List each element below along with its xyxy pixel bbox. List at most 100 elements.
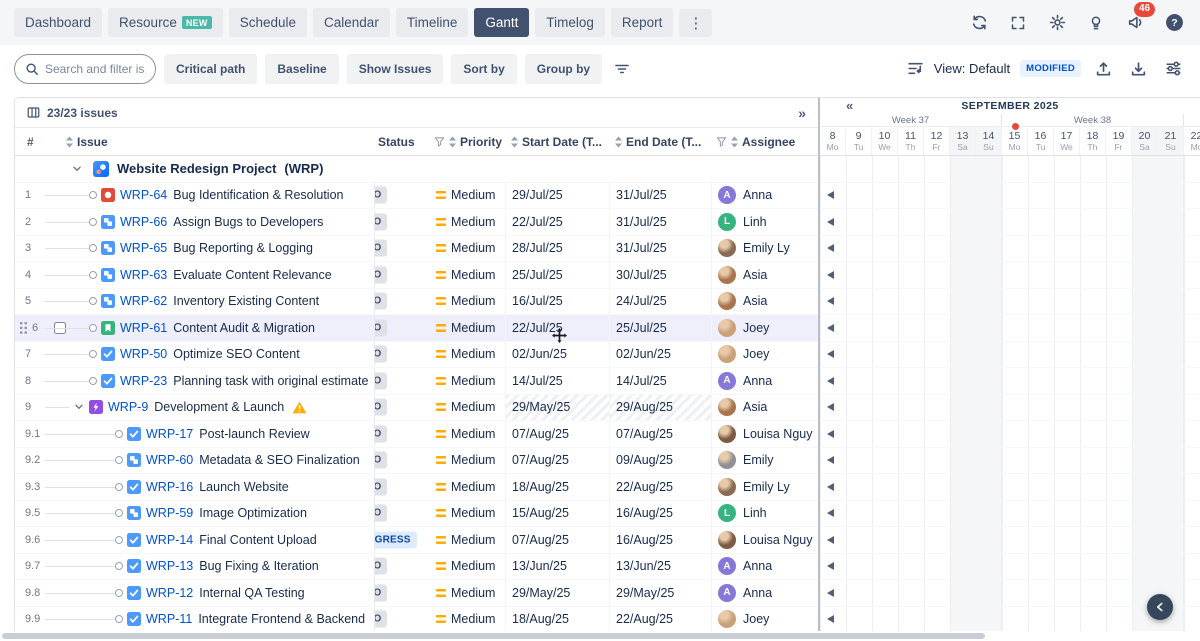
nav-tab-timeline[interactable]: Timeline: [396, 8, 469, 37]
issue-key-link[interactable]: WRP-66: [120, 215, 167, 229]
issue-row[interactable]: 7 WRP-50 Optimize SEO Content TO DO Medi…: [15, 342, 818, 369]
chevron-down-icon[interactable]: [73, 401, 85, 413]
help-icon[interactable]: ?: [1162, 11, 1186, 35]
assignee-cell[interactable]: AAnna: [712, 584, 818, 602]
issue-row[interactable]: 9.8 WRP-12 Internal QA Testing TO DO Med…: [15, 580, 818, 607]
critical-path-button[interactable]: Critical path: [164, 54, 257, 84]
task-offscreen-left-arrow[interactable]: [827, 297, 834, 305]
scroll-left-fab[interactable]: [1147, 594, 1173, 620]
task-offscreen-left-arrow[interactable]: [827, 589, 834, 597]
issue-key-link[interactable]: WRP-14: [146, 533, 193, 547]
assignee-cell[interactable]: Asia: [712, 398, 818, 416]
assignee-cell[interactable]: Emily Ly: [712, 478, 818, 496]
task-offscreen-left-arrow[interactable]: [827, 218, 834, 226]
end-date-cell[interactable]: 09/Aug/25: [610, 448, 712, 474]
nav-more-icon[interactable]: ⋮: [679, 9, 712, 37]
issue-row[interactable]: 3 WRP-65 Bug Reporting & Logging TO DO M…: [15, 236, 818, 263]
start-date-cell[interactable]: 07/Aug/25: [506, 421, 610, 447]
sync-icon[interactable]: [967, 11, 991, 35]
assignee-cell[interactable]: AAnna: [712, 186, 818, 204]
task-offscreen-left-arrow[interactable]: [827, 483, 834, 491]
nav-tab-schedule[interactable]: Schedule: [229, 8, 307, 37]
assignee-cell[interactable]: Joey: [712, 610, 818, 628]
end-date-cell[interactable]: 25/Jul/25: [610, 315, 712, 341]
column-header-assignee[interactable]: Assignee: [712, 128, 818, 155]
issue-key-link[interactable]: WRP-61: [120, 321, 167, 335]
nav-tab-resource[interactable]: Resource NEW: [108, 8, 223, 37]
task-offscreen-left-arrow[interactable]: [827, 536, 834, 544]
issue-key-link[interactable]: WRP-16: [146, 480, 193, 494]
show-issues-button[interactable]: Show Issues: [347, 54, 444, 84]
nav-tab-gantt[interactable]: Gantt: [474, 8, 529, 37]
end-date-cell[interactable]: 22/Aug/25: [610, 474, 712, 500]
start-date-cell[interactable]: 14/Jul/25: [506, 368, 610, 394]
issue-key-link[interactable]: WRP-12: [146, 586, 193, 600]
task-offscreen-left-arrow[interactable]: [827, 403, 834, 411]
issue-row[interactable]: 5 WRP-62 Inventory Existing Content TO D…: [15, 289, 818, 316]
issue-key-link[interactable]: WRP-62: [120, 294, 167, 308]
task-offscreen-left-arrow[interactable]: [827, 350, 834, 358]
search-input[interactable]: [45, 62, 145, 76]
assignee-cell[interactable]: AAnna: [712, 372, 818, 390]
task-offscreen-left-arrow[interactable]: [827, 377, 834, 385]
end-date-cell[interactable]: 30/Jul/25: [610, 262, 712, 288]
end-date-cell[interactable]: 29/Aug/25: [610, 395, 712, 421]
end-date-cell[interactable]: 13/Jun/25: [610, 554, 712, 580]
nav-tab-calendar[interactable]: Calendar: [313, 8, 390, 37]
issue-row[interactable]: 9.1 WRP-17 Post-launch Review TO DO Medi…: [15, 421, 818, 448]
start-date-cell[interactable]: 18/Aug/25: [506, 607, 610, 633]
start-date-cell[interactable]: 22/Jul/25: [506, 315, 610, 341]
start-date-cell[interactable]: 29/May/25: [506, 395, 610, 421]
end-date-cell[interactable]: 14/Jul/25: [610, 368, 712, 394]
task-offscreen-left-arrow[interactable]: [827, 244, 834, 252]
chevron-down-icon[interactable]: [71, 163, 83, 175]
assignee-cell[interactable]: Emily: [712, 451, 818, 469]
end-date-cell[interactable]: 31/Jul/25: [610, 209, 712, 235]
group-by-button[interactable]: Group by: [525, 54, 602, 84]
start-date-cell[interactable]: 07/Aug/25: [506, 448, 610, 474]
assignee-cell[interactable]: Asia: [712, 292, 818, 310]
assignee-cell[interactable]: Joey: [712, 319, 818, 337]
horizontal-scrollbar[interactable]: [0, 631, 1200, 641]
upload-icon[interactable]: [1091, 56, 1116, 81]
start-date-cell[interactable]: 07/Aug/25: [506, 527, 610, 553]
announcement-icon[interactable]: 46: [1123, 11, 1147, 35]
issue-key-link[interactable]: WRP-50: [120, 347, 167, 361]
column-header-start-date[interactable]: Start Date (T...: [506, 128, 610, 155]
assignee-cell[interactable]: Joey: [712, 345, 818, 363]
expand-panel-icon[interactable]: »: [798, 105, 806, 121]
issue-key-link[interactable]: WRP-9: [108, 400, 148, 414]
drag-handle-icon[interactable]: [19, 321, 28, 335]
start-date-cell[interactable]: 29/Jul/25: [506, 183, 610, 209]
assignee-cell[interactable]: LLinh: [712, 504, 818, 522]
end-date-cell[interactable]: 29/May/25: [610, 580, 712, 606]
issue-key-link[interactable]: WRP-63: [120, 268, 167, 282]
issue-row[interactable]: 9.7 WRP-13 Bug Fixing & Iteration TO DO …: [15, 554, 818, 581]
column-header-end-date[interactable]: End Date (T...: [610, 128, 712, 155]
collapse-timeline-icon[interactable]: «: [846, 98, 854, 114]
task-offscreen-left-arrow[interactable]: [827, 456, 834, 464]
assignee-cell[interactable]: AAnna: [712, 557, 818, 575]
task-offscreen-left-arrow[interactable]: [827, 324, 834, 332]
task-offscreen-left-arrow[interactable]: [827, 509, 834, 517]
issue-key-link[interactable]: WRP-59: [146, 506, 193, 520]
end-date-cell[interactable]: 02/Jun/25: [610, 342, 712, 368]
issue-key-link[interactable]: WRP-65: [120, 241, 167, 255]
gear-icon[interactable]: [1045, 11, 1069, 35]
issue-row[interactable]: 1 WRP-64 Bug Identification & Resolution…: [15, 183, 818, 210]
view-label[interactable]: View: Default: [934, 61, 1010, 76]
issue-key-link[interactable]: WRP-17: [146, 427, 193, 441]
issue-row[interactable]: 6 WRP-61 Content Audit & Migration TO DO…: [15, 315, 818, 342]
task-offscreen-left-arrow[interactable]: [827, 562, 834, 570]
assignee-cell[interactable]: Louisa Nguy: [712, 425, 818, 443]
issue-key-link[interactable]: WRP-23: [120, 374, 167, 388]
assignee-cell[interactable]: LLinh: [712, 213, 818, 231]
start-date-cell[interactable]: 25/Jul/25: [506, 262, 610, 288]
start-date-cell[interactable]: 18/Aug/25: [506, 474, 610, 500]
start-date-cell[interactable]: 13/Jun/25: [506, 554, 610, 580]
task-offscreen-left-arrow[interactable]: [827, 271, 834, 279]
column-header-issue[interactable]: Issue: [61, 128, 374, 155]
column-header-num[interactable]: #: [15, 128, 61, 155]
baseline-button[interactable]: Baseline: [265, 54, 338, 84]
end-date-cell[interactable]: 31/Jul/25: [610, 183, 712, 209]
